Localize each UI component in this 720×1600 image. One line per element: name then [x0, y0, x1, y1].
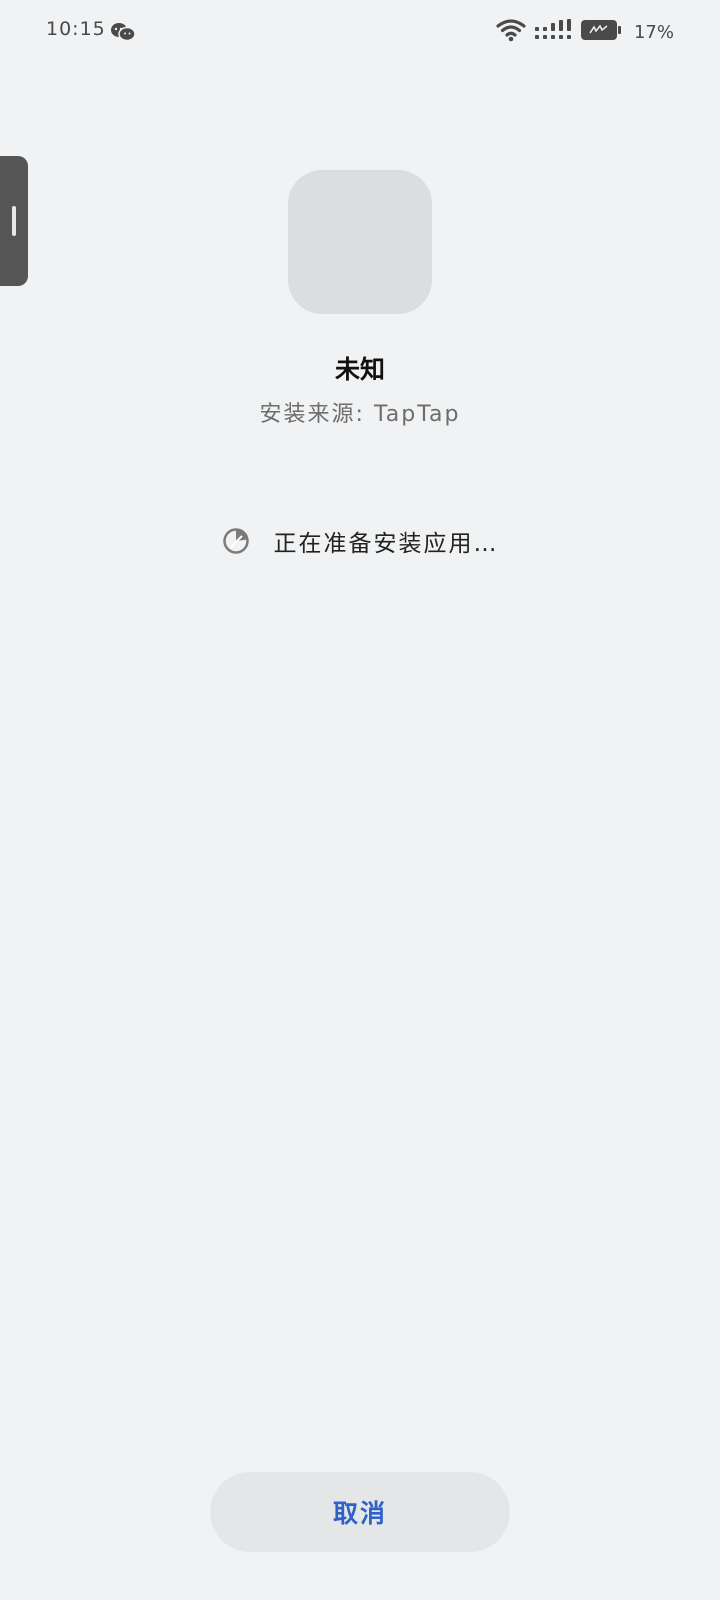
cancel-button[interactable]: 取消 — [210, 1472, 510, 1552]
app-name: 未知 — [334, 355, 385, 384]
wifi-icon — [496, 18, 526, 46]
install-source: 安装来源: TapTap — [259, 402, 461, 427]
app-icon-placeholder — [288, 170, 432, 314]
status-time: 10:15 — [46, 18, 106, 40]
battery-icon — [580, 19, 622, 45]
signal-icon — [534, 18, 572, 46]
spinner-icon — [222, 527, 250, 555]
battery-percent: 17% — [633, 21, 674, 43]
cancel-button-label: 取消 — [332, 1500, 387, 1528]
status-indicators: 17% — [496, 18, 674, 46]
status-bar: 10:15 17% — [0, 0, 720, 64]
wechat-icon — [110, 21, 136, 43]
handle-grip — [12, 206, 16, 236]
install-progress: 正在准备安装应用… — [0, 524, 720, 558]
side-panel-handle[interactable] — [0, 156, 28, 286]
progress-message: 正在准备安装应用… — [273, 531, 499, 557]
